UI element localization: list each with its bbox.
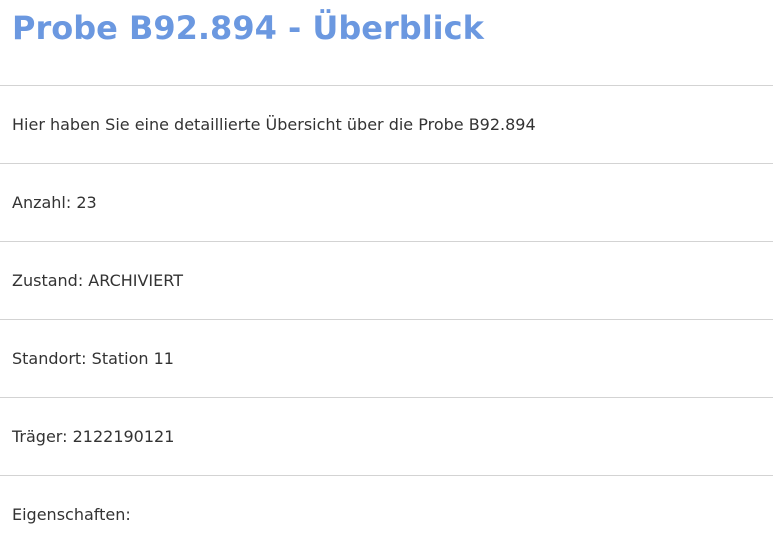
- divider: [0, 475, 773, 476]
- detail-value: 23: [76, 193, 97, 212]
- detail-value: 2122190121: [72, 427, 175, 446]
- page-description: Hier haben Sie eine detaillierte Übersic…: [12, 115, 536, 134]
- divider: [0, 397, 773, 398]
- detail-row-standort: Standort: Station 11: [12, 347, 174, 371]
- detail-label: Anzahl:: [12, 193, 72, 212]
- page-title-text: Probe B92.894 - Überblick: [12, 9, 484, 47]
- detail-row-eigenschaften: Eigenschaften:: [12, 503, 131, 527]
- divider: [0, 163, 773, 164]
- detail-row-traeger: Träger: 2122190121: [12, 425, 174, 449]
- detail-row-zustand: Zustand: ARCHIVIERT: [12, 269, 183, 293]
- detail-value: ARCHIVIERT: [88, 271, 183, 290]
- detail-label: Standort:: [12, 349, 87, 368]
- page-title: Probe B92.894 - Überblick: [12, 6, 484, 50]
- detail-label: Zustand:: [12, 271, 84, 290]
- divider: [0, 241, 773, 242]
- detail-label: Eigenschaften:: [12, 505, 131, 524]
- detail-label: Träger:: [12, 427, 68, 446]
- divider: [0, 319, 773, 320]
- sample-overview-page: Probe B92.894 - Überblick Hier haben Sie…: [0, 0, 773, 541]
- detail-value: Station 11: [91, 349, 174, 368]
- detail-row-anzahl: Anzahl: 23: [12, 191, 97, 215]
- divider: [0, 85, 773, 86]
